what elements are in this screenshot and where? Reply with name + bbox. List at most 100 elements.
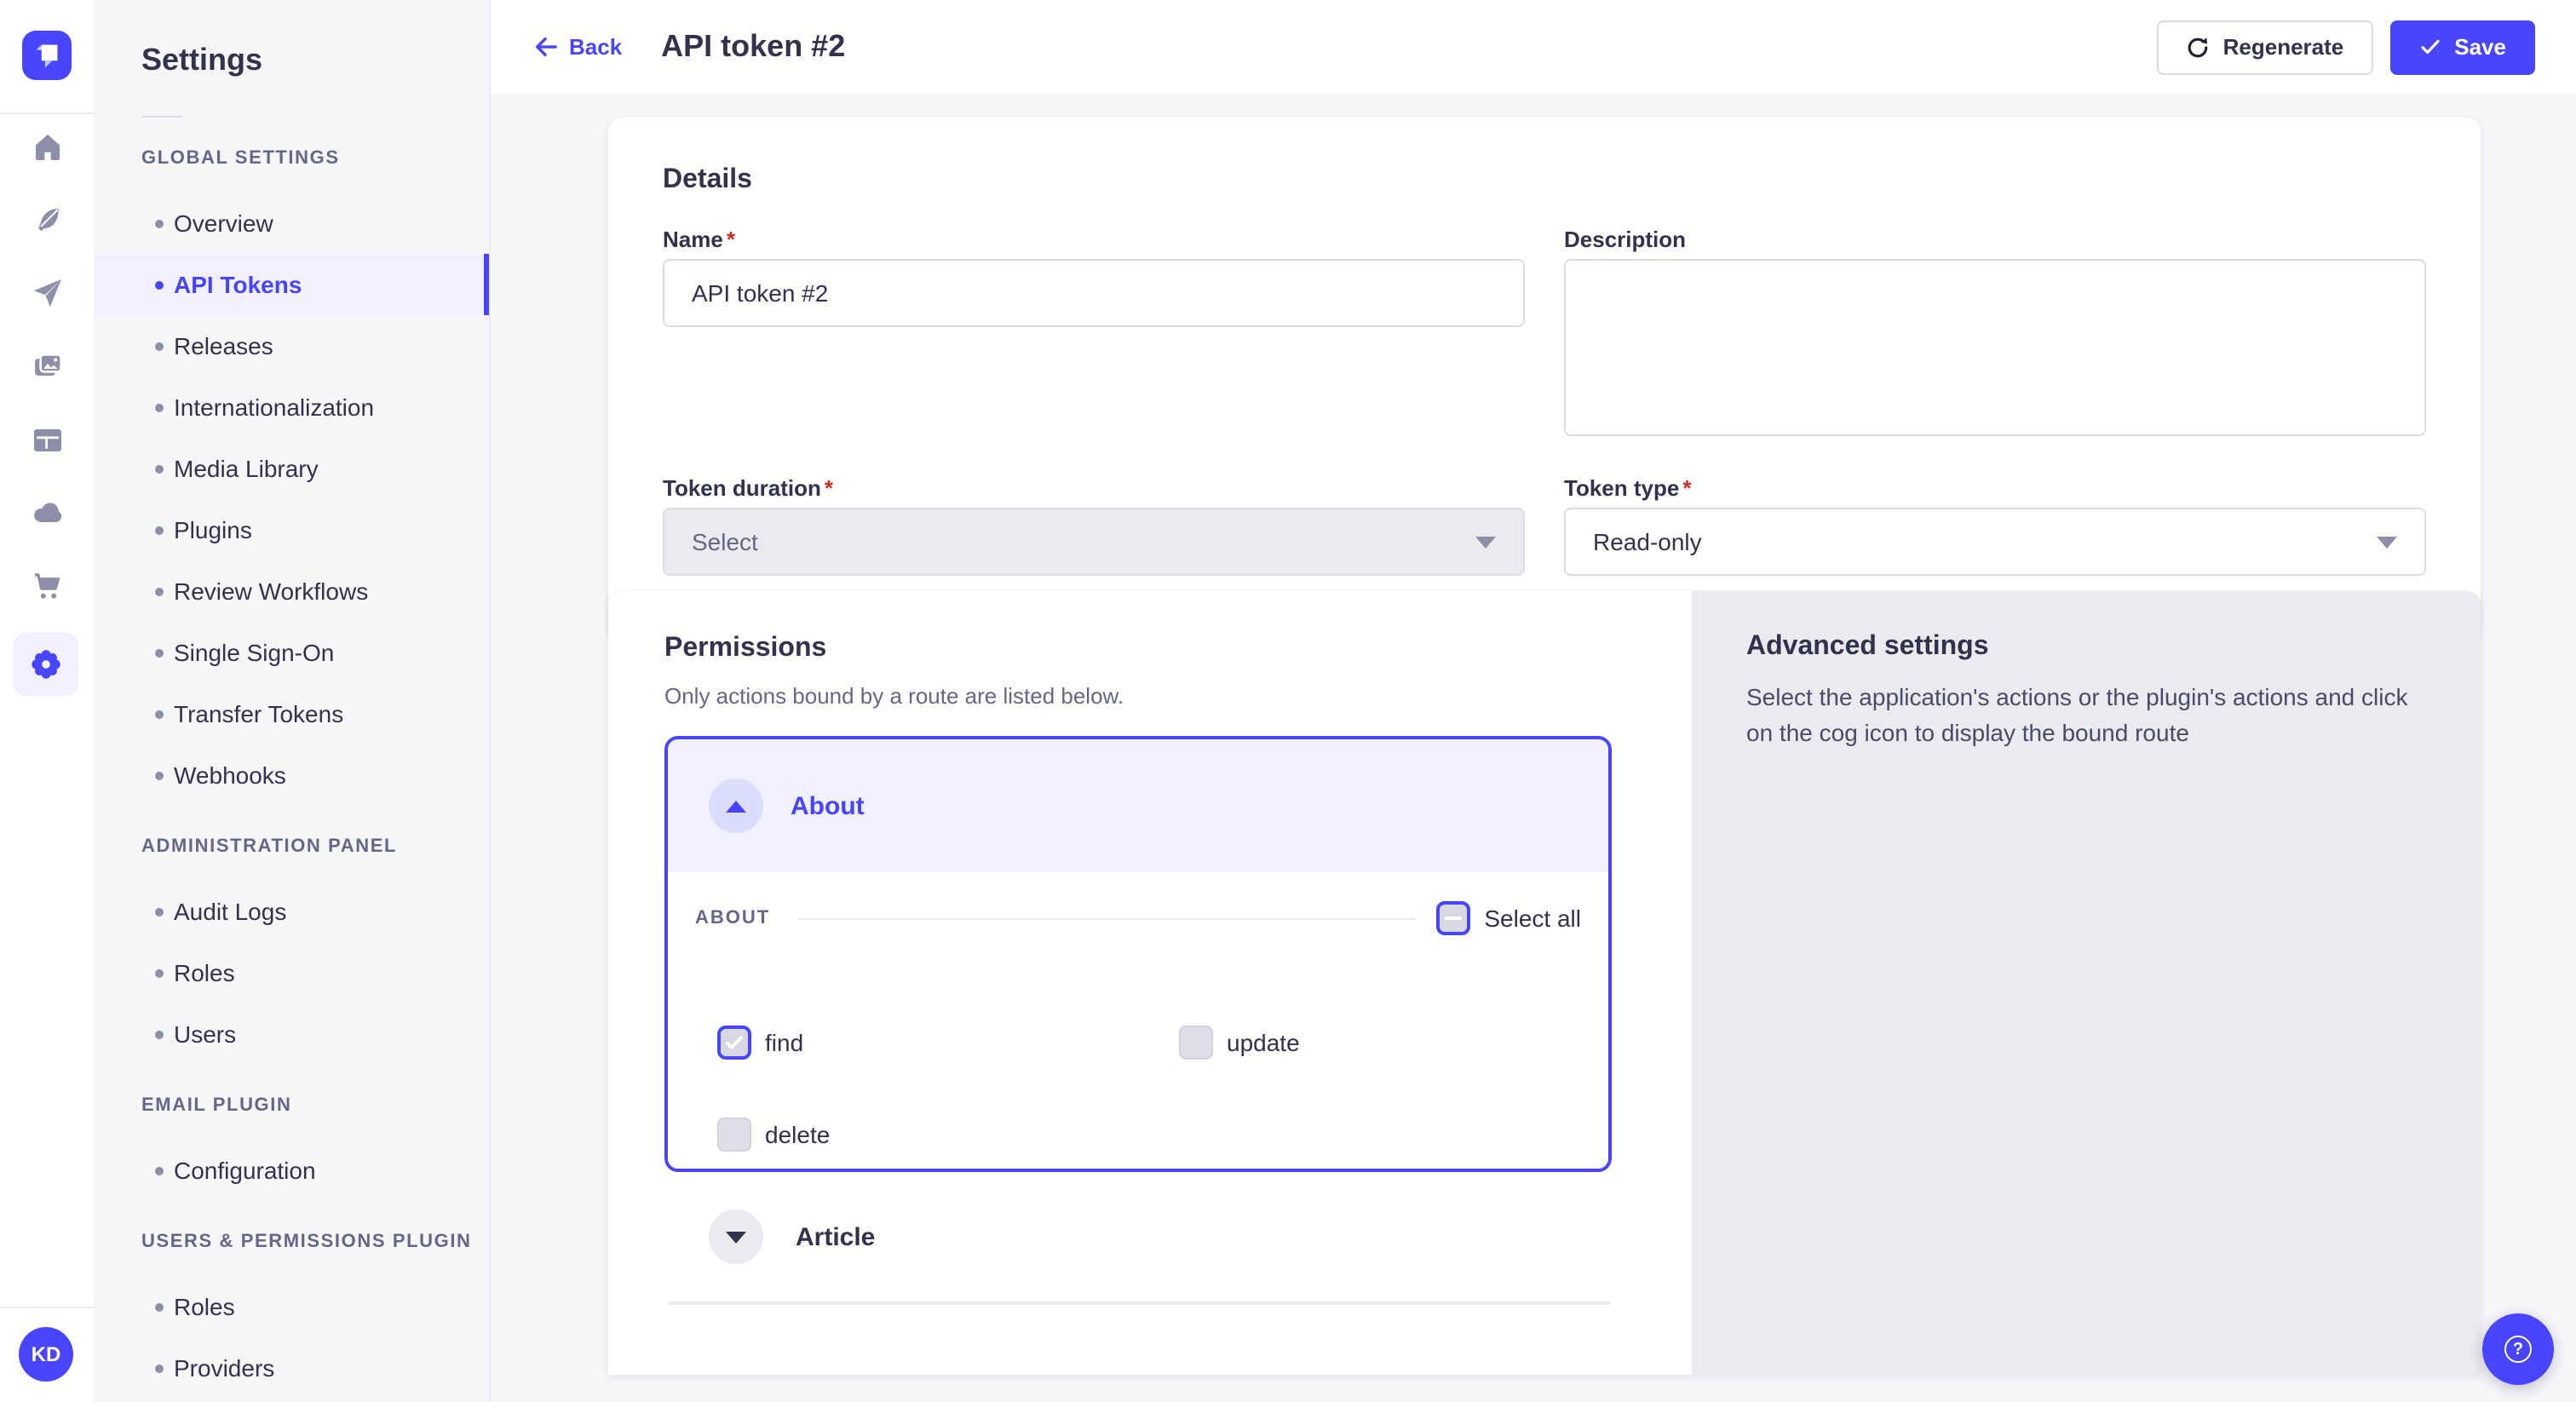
- home-icon[interactable]: [29, 128, 65, 164]
- details-card: Details Name* Description Token duration…: [608, 118, 2481, 641]
- description-textarea[interactable]: [1564, 259, 2426, 436]
- sidebar-item-audit-logs[interactable]: Audit Logs: [94, 881, 489, 942]
- sidebar-item-email-configuration[interactable]: Configuration: [94, 1140, 489, 1201]
- accordion-about: About ABOUT Select all: [664, 736, 1612, 1172]
- app-root: KD Settings GLOBAL SETTINGS Overview API…: [0, 0, 2576, 1402]
- subsection-divider: [797, 917, 1416, 919]
- token-duration-select[interactable]: Select: [663, 508, 1525, 576]
- sidebar-item-overview[interactable]: Overview: [94, 192, 489, 254]
- arrow-left-icon: [533, 34, 559, 60]
- accordion-about-header[interactable]: About: [668, 739, 1608, 872]
- select-all-label: Select all: [1484, 905, 1581, 932]
- help-button[interactable]: ?: [2482, 1313, 2554, 1385]
- sidebar-item-media-library[interactable]: Media Library: [94, 438, 489, 499]
- expand-toggle-button[interactable]: [709, 1210, 763, 1264]
- section-label-administration-panel: ADMINISTRATION PANEL: [141, 838, 489, 857]
- delete-label: delete: [765, 1121, 830, 1148]
- section-label-global-settings: GLOBAL SETTINGS: [141, 150, 489, 169]
- settings-sidebar: Settings GLOBAL SETTINGS Overview API To…: [94, 0, 491, 1402]
- update-label: update: [1227, 1029, 1300, 1056]
- indeterminate-dash-icon: [1445, 916, 1462, 920]
- strapi-logo-mark: [22, 31, 72, 80]
- feather-icon[interactable]: [29, 201, 65, 237]
- sidebar-item-webhooks[interactable]: Webhooks: [94, 744, 489, 806]
- rail-divider-top: [0, 112, 94, 114]
- nav-rail: KD: [0, 0, 94, 1402]
- strapi-logo[interactable]: [22, 31, 72, 80]
- required-asterisk: *: [1682, 475, 1691, 501]
- permissions-title: Permissions: [664, 634, 826, 664]
- regenerate-label: Regenerate: [2223, 34, 2344, 60]
- sidebar-item-single-sign-on[interactable]: Single Sign-On: [94, 622, 489, 683]
- cart-icon[interactable]: [29, 567, 65, 603]
- accordion-about-body: ABOUT Select all: [668, 901, 1608, 1172]
- check-icon: [2418, 36, 2441, 58]
- email-plugin-list: Configuration: [94, 1140, 489, 1201]
- required-asterisk: *: [825, 475, 833, 501]
- page-title: API token #2: [661, 29, 845, 65]
- sidebar-item-api-tokens[interactable]: API Tokens: [94, 254, 489, 315]
- global-settings-list: Overview API Tokens Releases Internation…: [94, 192, 489, 806]
- sidebar-item-admin-users[interactable]: Users: [94, 1003, 489, 1065]
- accordion-article-header[interactable]: Article: [709, 1210, 875, 1264]
- header-actions: Regenerate Save: [2157, 20, 2535, 74]
- regenerate-button[interactable]: Regenerate: [2157, 20, 2373, 74]
- check-icon: [724, 1032, 745, 1053]
- rail-divider-bottom: [0, 1307, 94, 1308]
- accordion-article-name: Article: [796, 1222, 875, 1251]
- chevron-down-icon: [2377, 536, 2397, 548]
- sidebar-item-transfer-tokens[interactable]: Transfer Tokens: [94, 683, 489, 744]
- action-update: update: [1179, 1026, 1300, 1060]
- sidebar-title-divider: [141, 116, 182, 118]
- cloud-icon[interactable]: [29, 494, 65, 530]
- find-label: find: [765, 1029, 803, 1056]
- advanced-settings-title: Advanced settings: [1746, 632, 1989, 663]
- caret-down-icon: [726, 1231, 746, 1243]
- find-checkbox[interactable]: [717, 1026, 751, 1060]
- token-type-value: Read-only: [1593, 528, 1702, 555]
- permissions-panel: Permissions Only actions bound by a rout…: [608, 591, 1692, 1375]
- about-subsection-row: ABOUT Select all: [695, 901, 1581, 935]
- section-label-users-permissions-plugin: USERS & PERMISSIONS PLUGIN: [141, 1233, 489, 1252]
- token-duration-value: Select: [692, 528, 758, 555]
- delete-checkbox[interactable]: [717, 1118, 751, 1152]
- main-content: Back API token #2 Regenerate Save: [491, 0, 2576, 1402]
- media-images-icon[interactable]: [29, 348, 65, 383]
- avatar[interactable]: KD: [19, 1327, 73, 1382]
- token-duration-label: Token duration*: [663, 475, 833, 501]
- back-link[interactable]: Back: [533, 34, 622, 60]
- gear-icon[interactable]: [14, 632, 78, 697]
- refresh-icon: [2186, 35, 2210, 59]
- sidebar-item-admin-roles[interactable]: Roles: [94, 942, 489, 1003]
- action-find: find: [717, 1026, 803, 1060]
- save-button[interactable]: Save: [2389, 20, 2535, 74]
- next-section-divider: [668, 1301, 1610, 1305]
- sidebar-item-releases[interactable]: Releases: [94, 315, 489, 376]
- details-title: Details: [663, 165, 752, 196]
- permissions-subtitle: Only actions bound by a route are listed…: [664, 683, 1124, 709]
- page-header: Back API token #2 Regenerate Save: [491, 0, 2576, 94]
- update-checkbox[interactable]: [1179, 1026, 1213, 1060]
- sidebar-item-internationalization[interactable]: Internationalization: [94, 376, 489, 438]
- layout-icon[interactable]: [29, 421, 65, 457]
- sidebar-item-review-workflows[interactable]: Review Workflows: [94, 560, 489, 622]
- sidebar-item-up-roles[interactable]: Roles: [94, 1276, 489, 1337]
- select-all-checkbox[interactable]: [1436, 901, 1470, 935]
- caret-up-icon: [726, 800, 746, 812]
- sidebar-title: Settings: [94, 43, 489, 78]
- about-subsection-label: ABOUT: [695, 908, 770, 928]
- advanced-settings-panel: Advanced settings Select the application…: [1692, 591, 2481, 1375]
- chevron-down-icon: [1475, 536, 1496, 548]
- sidebar-item-up-providers[interactable]: Providers: [94, 1337, 489, 1399]
- question-mark-icon: ?: [2504, 1336, 2532, 1363]
- accordion-about-name: About: [791, 791, 865, 820]
- name-input[interactable]: [663, 259, 1525, 327]
- send-icon[interactable]: [29, 274, 65, 310]
- collapse-toggle-button[interactable]: [709, 779, 763, 833]
- name-label: Name*: [663, 227, 735, 252]
- sidebar-item-plugins[interactable]: Plugins: [94, 499, 489, 560]
- required-asterisk: *: [727, 227, 735, 252]
- action-delete: delete: [717, 1118, 830, 1152]
- token-type-select[interactable]: Read-only: [1564, 508, 2426, 576]
- back-label: Back: [569, 34, 622, 60]
